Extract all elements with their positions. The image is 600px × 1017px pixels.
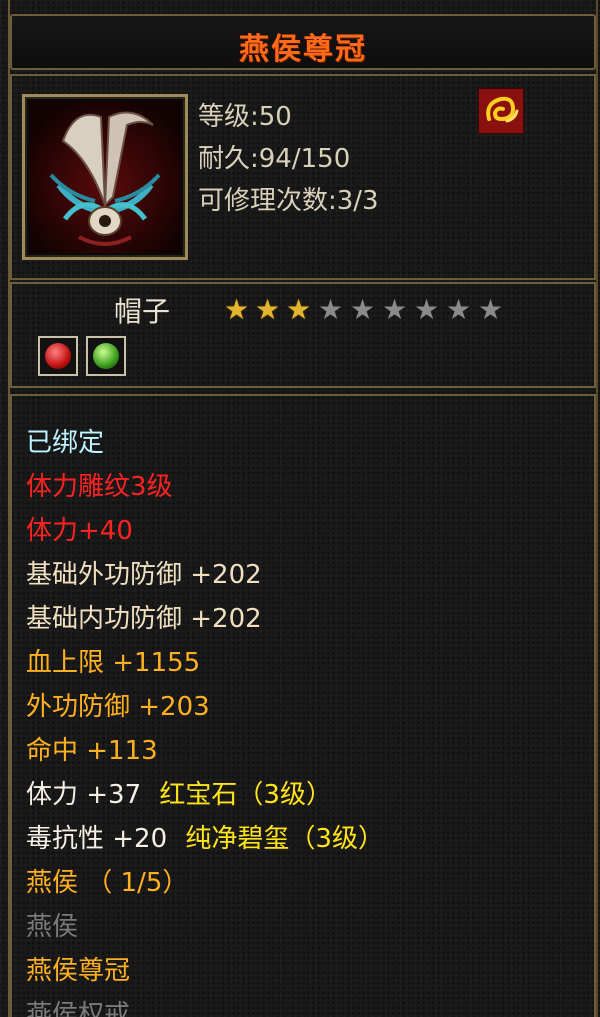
item-icon-frame [22, 94, 188, 260]
gem-name-text: 纯净碧玺（3级） [185, 824, 384, 854]
item-tooltip: 燕侯尊冠 等级:50 耐久:94/150 可修理次数:3/3 帽子 ★ ★ ★ … [0, 0, 600, 1017]
bound-status: 已绑定 [26, 428, 105, 458]
star-empty-icon: ★ [414, 293, 440, 326]
set-item: 燕侯尊冠 [26, 956, 131, 986]
ruby-gem-icon [45, 343, 71, 369]
gem-line-tourmaline: 毒抗性 +20 纯净碧玺（3级） [26, 818, 384, 855]
title-bar: 燕侯尊冠 [10, 14, 596, 70]
gem-slot-green[interactable] [86, 336, 126, 376]
tourmaline-gem-icon [93, 343, 119, 369]
star-empty-icon: ★ [382, 293, 408, 326]
gem-line-ruby: 体力 +37 红宝石（3级） [26, 774, 332, 811]
set-item: 燕侯权戒 [26, 1000, 131, 1017]
star-empty-icon: ★ [478, 293, 504, 326]
gem-name-text: 红宝石（3级） [159, 780, 332, 810]
star-empty-icon: ★ [350, 293, 376, 326]
durability-text: 耐久:94/150 [198, 144, 351, 174]
star-filled-icon: ★ [224, 293, 250, 326]
base-outer-defense: 基础外功防御 +202 [26, 560, 262, 590]
set-name: 燕侯 （ 1/5） [26, 868, 189, 898]
repair-count-text: 可修理次数:3/3 [198, 186, 379, 216]
helmet-icon [29, 101, 181, 253]
engraving-bonus: 体力+40 [26, 516, 133, 546]
outer-defense-stat: 外功防御 +203 [26, 692, 210, 722]
faction-badge-icon [478, 88, 524, 134]
item-type-label: 帽子 [114, 295, 171, 328]
gem-stat-text: 毒抗性 +20 [26, 824, 168, 854]
star-empty-icon: ★ [318, 293, 344, 326]
hp-max-stat: 血上限 +1155 [26, 648, 201, 678]
star-filled-icon: ★ [255, 293, 281, 326]
star-filled-icon: ★ [286, 293, 312, 326]
gem-slot-red[interactable] [38, 336, 78, 376]
gem-stat-text: 体力 +37 [26, 780, 142, 810]
engraving-text: 体力雕纹3级 [26, 472, 173, 502]
set-item: 燕侯 [26, 912, 79, 942]
base-inner-defense: 基础内功防御 +202 [26, 604, 262, 634]
frame-border-right [596, 0, 598, 1017]
level-text: 等级:50 [198, 102, 292, 132]
hit-stat: 命中 +113 [26, 736, 158, 766]
star-empty-icon: ★ [446, 293, 472, 326]
item-name: 燕侯尊冠 [239, 32, 367, 67]
